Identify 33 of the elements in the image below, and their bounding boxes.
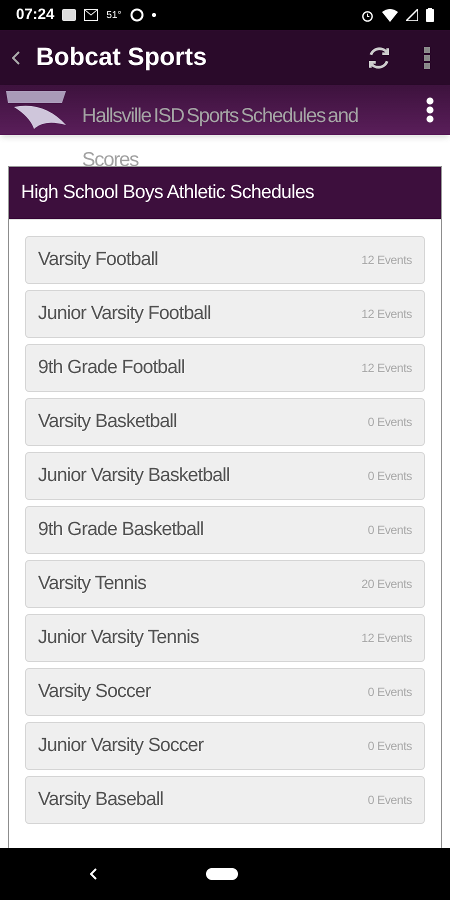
sport-list-item[interactable]: Junior Varsity Soccer 0 Events <box>25 722 425 770</box>
sport-list-item[interactable]: Varsity Soccer 0 Events <box>25 668 425 716</box>
nav-back-button[interactable] <box>90 868 98 880</box>
temperature-text: 51° <box>106 8 122 22</box>
refresh-button[interactable] <box>366 44 392 70</box>
status-time: 07:24 <box>16 4 54 25</box>
sport-list-item[interactable]: Varsity Basketball 0 Events <box>25 398 425 446</box>
battery-icon <box>426 8 434 22</box>
sport-list-item[interactable]: 9th Grade Football 12 Events <box>25 344 425 392</box>
more-button[interactable] <box>424 46 430 68</box>
card-title: High School Boys Athletic Schedules <box>21 180 314 205</box>
mail-icon <box>84 9 98 21</box>
back-icon <box>90 868 98 880</box>
circle-icon <box>130 8 144 22</box>
sport-list-item[interactable]: Varsity Tennis 20 Events <box>25 560 425 608</box>
home-button[interactable] <box>206 868 238 880</box>
app-title: Bobcat Sports <box>36 42 207 73</box>
signal-icon <box>406 9 418 21</box>
overflow-menu-button[interactable] <box>426 97 434 123</box>
wifi-icon <box>382 8 398 22</box>
sport-list-item[interactable]: Junior Varsity Tennis 12 Events <box>25 614 425 662</box>
sport-list-item[interactable]: Junior Varsity Football 12 Events <box>25 290 425 338</box>
sport-list-item[interactable]: Junior Varsity Basketball 0 Events <box>25 452 425 500</box>
more-icon <box>426 97 434 123</box>
sport-list-item[interactable]: Varsity Baseball 0 Events <box>25 776 425 824</box>
sub-header-title: Hallsville ISD Sports Schedules and Scores <box>82 104 360 173</box>
sport-list-item[interactable]: 9th Grade Basketball 0 Events <box>25 506 425 554</box>
alarm-icon <box>361 8 374 22</box>
dot-icon <box>152 13 156 17</box>
refresh-icon <box>366 44 392 70</box>
sport-list-item[interactable]: Varsity Football 12 Events <box>25 236 425 284</box>
back-icon <box>12 50 20 64</box>
more-icon <box>424 46 430 68</box>
